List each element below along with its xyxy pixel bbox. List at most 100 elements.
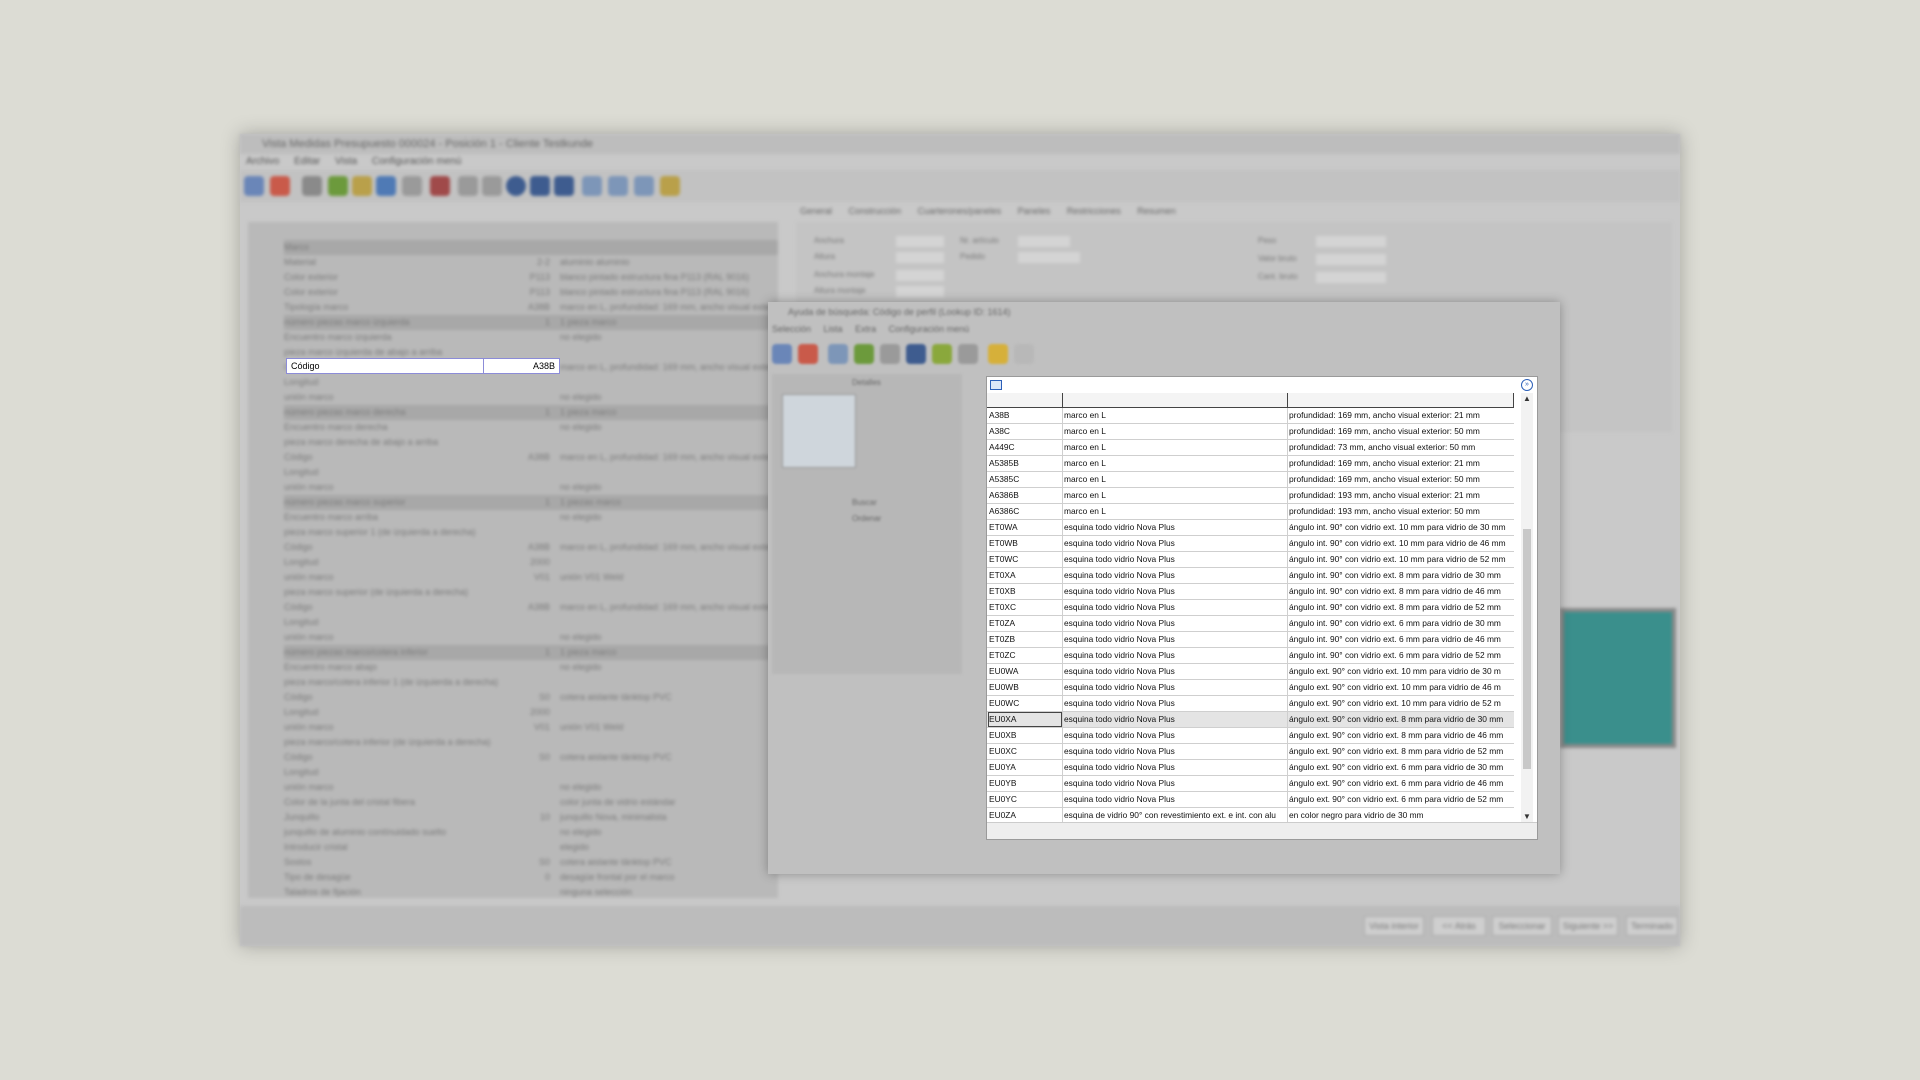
- table-view-icon[interactable]: [828, 344, 848, 364]
- codigo-edit-row[interactable]: Código A38B: [286, 358, 560, 374]
- dialog-menu-seleccion[interactable]: Selección: [772, 324, 811, 334]
- tools-icon[interactable]: [302, 176, 322, 196]
- vista-interior-button[interactable]: Vista interior: [1364, 916, 1424, 936]
- pencil-icon[interactable]: [958, 344, 978, 364]
- tab-construccion[interactable]: Construcción: [849, 206, 902, 216]
- codigo-value[interactable]: A38B: [533, 359, 555, 373]
- property-row[interactable]: número piezas marco superior 1 1 piezas ma…: [284, 495, 778, 510]
- property-row[interactable]: unión marco no elegido: [284, 480, 778, 495]
- menu-vista[interactable]: Vista: [335, 156, 357, 167]
- menu-archivo[interactable]: Archivo: [246, 156, 279, 167]
- dialog-menu-extra[interactable]: Extra: [855, 324, 876, 334]
- brush-icon[interactable]: [352, 176, 372, 196]
- property-row[interactable]: Introducir cristal elegido: [284, 840, 778, 855]
- table-row[interactable]: A38B marco en L profundidad: 169 mm, ancho…: [987, 408, 1514, 424]
- tab-general[interactable]: General: [800, 206, 832, 216]
- property-row[interactable]: Tipo de desagüe 0 desagüe frontal por el m…: [284, 870, 778, 885]
- property-row[interactable]: Código S0 cotera aislante tänktop PVC: [284, 690, 778, 705]
- property-row[interactable]: unión marco V01 unión V01 Weld: [284, 570, 778, 585]
- dialog-menu-configuracion[interactable]: Configuración menú: [889, 324, 970, 334]
- key-icon[interactable]: [660, 176, 680, 196]
- menu-editar[interactable]: Editar: [294, 156, 320, 167]
- property-row[interactable]: Código S0 cotera aislante tänktop PVC: [284, 750, 778, 765]
- menu-configuracion[interactable]: Configuración menú: [372, 156, 462, 167]
- table-row[interactable]: EU0XC esquina todo vidrio Nova Plus ángulo…: [987, 744, 1514, 760]
- property-row[interactable]: Encuentro marco derecha no elegido: [284, 420, 778, 435]
- table-row[interactable]: EU0YA esquina todo vidrio Nova Plus ángulo…: [987, 760, 1514, 776]
- property-row[interactable]: Tipología marco A38B marco en L, profundid…: [284, 300, 778, 315]
- chart-icon[interactable]: [430, 176, 450, 196]
- cancel-icon[interactable]: [270, 176, 290, 196]
- sort-header[interactable]: Ordenar: [852, 514, 881, 523]
- property-row[interactable]: unión marco no elegido: [284, 630, 778, 645]
- table-row[interactable]: ET0WC esquina todo vidrio Nova Plus ángulo…: [987, 552, 1514, 568]
- property-row[interactable]: Encuentro marco izquierda no elegido: [284, 330, 778, 345]
- grid-icon[interactable]: [582, 176, 602, 196]
- copy-icon[interactable]: [402, 176, 422, 196]
- edit-icon[interactable]: [328, 176, 348, 196]
- finish-button[interactable]: Terminado: [1626, 916, 1678, 936]
- collapse-icon[interactable]: »: [1521, 379, 1533, 391]
- layout-icon[interactable]: [634, 176, 654, 196]
- property-row[interactable]: Junquillo 10 junquillo Nova, minimalista: [284, 810, 778, 825]
- table-row[interactable]: A6386B marco en L profundidad: 193 mm, anc…: [987, 488, 1514, 504]
- table-row[interactable]: ET0ZB esquina todo vidrio Nova Plus ángulo…: [987, 632, 1514, 648]
- previous-record-icon[interactable]: [482, 176, 502, 196]
- table-row[interactable]: ET0WB esquina todo vidrio Nova Plus ángulo…: [987, 536, 1514, 552]
- property-row[interactable]: Color exterior P113 blanco pintado estruct…: [284, 270, 778, 285]
- table-row[interactable]: EU0YB esquina todo vidrio Nova Plus ángulo…: [987, 776, 1514, 792]
- table-row[interactable]: ET0XA esquina todo vidrio Nova Plus ángulo…: [987, 568, 1514, 584]
- property-row[interactable]: pieza marco superior (de izquierda a der…: [284, 585, 778, 600]
- property-row[interactable]: Código A38B marco en L, profundidad: 169 m…: [284, 540, 778, 555]
- table-row[interactable]: ET0ZC esquina todo vidrio Nova Plus ángulo…: [987, 648, 1514, 664]
- table-row[interactable]: A38C marco en L profundidad: 169 mm, ancho…: [987, 424, 1514, 440]
- document-icon[interactable]: [1014, 344, 1034, 364]
- record-icon[interactable]: [506, 176, 526, 196]
- property-row[interactable]: número piezas marco/cotera inferior 1 1 pi…: [284, 645, 778, 660]
- first-record-icon[interactable]: [458, 176, 478, 196]
- table-row[interactable]: EU0XB esquina todo vidrio Nova Plus ángulo…: [987, 728, 1514, 744]
- pedido-field[interactable]: [1018, 252, 1080, 263]
- grid-icon[interactable]: [990, 380, 1002, 390]
- table-row[interactable]: EU0XA esquina todo vidrio Nova Plus ángulo…: [987, 712, 1514, 728]
- table-row[interactable]: EU0WC esquina todo vidrio Nova Plus ángulo…: [987, 696, 1514, 712]
- anchura-field[interactable]: [896, 236, 944, 247]
- articulo-field[interactable]: [1018, 236, 1070, 247]
- vertical-scrollbar[interactable]: ▲ ▼: [1521, 393, 1533, 823]
- column-header-detalle[interactable]: [1288, 393, 1514, 407]
- table-row[interactable]: ET0ZA esquina todo vidrio Nova Plus ángulo…: [987, 616, 1514, 632]
- property-row[interactable]: pieza marco/cotera inferior (de izquierd…: [284, 735, 778, 750]
- globe-icon[interactable]: [244, 176, 264, 196]
- tab-cuarterones[interactable]: Cuarterones/paneles: [918, 206, 1002, 216]
- window-icon[interactable]: [608, 176, 628, 196]
- next-button[interactable]: Siguiente >>: [1558, 916, 1618, 936]
- property-row[interactable]: unión marco V01 unión V01 Weld: [284, 720, 778, 735]
- peso-select[interactable]: [1316, 236, 1386, 247]
- property-row[interactable]: Longitud: [284, 375, 778, 390]
- table-row[interactable]: A449C marco en L profundidad: 73 mm, ancho…: [987, 440, 1514, 456]
- property-row[interactable]: Longitud: [284, 765, 778, 780]
- last-record-icon[interactable]: [554, 176, 574, 196]
- altura-field[interactable]: [896, 252, 944, 263]
- table-row[interactable]: ET0XB esquina todo vidrio Nova Plus ángulo…: [987, 584, 1514, 600]
- table-row[interactable]: A5385C marco en L profundidad: 169 mm, anc…: [987, 472, 1514, 488]
- table-row[interactable]: EU0WB esquina todo vidrio Nova Plus ángulo…: [987, 680, 1514, 696]
- property-row[interactable]: número piezas marco izquierda 1 1 pieza ma…: [284, 315, 778, 330]
- scroll-up-icon[interactable]: ▲: [1521, 393, 1533, 405]
- property-row[interactable]: Código A38B marco en L, profundidad: 169 m…: [284, 450, 778, 465]
- scrollbar-thumb[interactable]: [1523, 529, 1531, 769]
- next-record-icon[interactable]: [530, 176, 550, 196]
- property-row[interactable]: Encuentro marco abajo no elegido: [284, 660, 778, 675]
- star-icon[interactable]: [988, 344, 1008, 364]
- property-row[interactable]: Color exterior P113 blanco pintado estruct…: [284, 285, 778, 300]
- property-row[interactable]: Taladros de fijación ninguna selección: [284, 885, 778, 900]
- table-row[interactable]: A6386C marco en L profundidad: 193 mm, anc…: [987, 504, 1514, 520]
- property-row[interactable]: pieza marco superior 1 (de izquierda a d…: [284, 525, 778, 540]
- table-row[interactable]: EU0WA esquina todo vidrio Nova Plus ángulo…: [987, 664, 1514, 680]
- property-row[interactable]: pieza marco/cotera inferior 1 (de izquie…: [284, 675, 778, 690]
- property-row[interactable]: Código A38B marco en L, profundidad: 169 m…: [284, 600, 778, 615]
- filter-icon[interactable]: [880, 344, 900, 364]
- cancel-icon[interactable]: [798, 344, 818, 364]
- image-view-icon[interactable]: [854, 344, 874, 364]
- column-header-codigo[interactable]: [987, 393, 1063, 407]
